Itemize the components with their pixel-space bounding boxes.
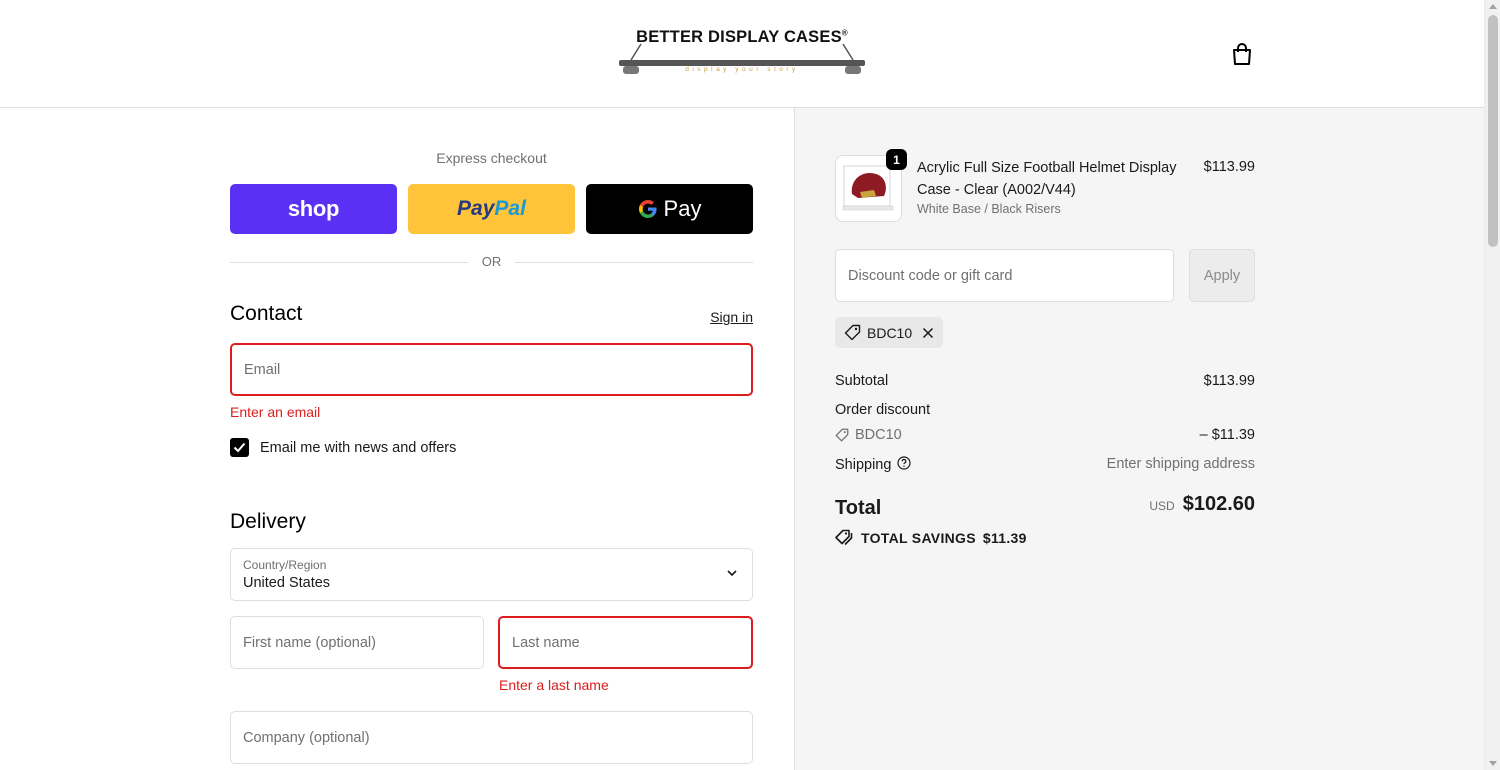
email-error-text: Enter an email	[230, 404, 321, 420]
shipping-help-button[interactable]	[897, 456, 912, 474]
contact-heading: Contact	[230, 302, 303, 325]
total-value-group: USD $102.60	[1149, 493, 1255, 516]
paypal-button[interactable]: Pay Pal	[408, 184, 575, 234]
discount-code-input[interactable]	[836, 250, 1173, 301]
applied-discount-tag: BDC10	[835, 317, 944, 348]
logo-tagline: display your story	[685, 66, 799, 73]
page-scrollbar[interactable]	[1484, 0, 1500, 770]
discount-detail-code: BDC10	[835, 427, 1255, 443]
scroll-down-arrow[interactable]	[1489, 761, 1497, 766]
last-name-input[interactable]	[500, 618, 751, 667]
google-pay-button[interactable]: Pay	[586, 184, 753, 234]
country-select[interactable]: Country/Region United States	[230, 548, 753, 601]
total-amount: $102.60	[1182, 493, 1255, 515]
scrollbar-thumb[interactable]	[1488, 15, 1498, 247]
total-savings-value: $11.39	[982, 529, 1027, 546]
order-discount-label: Order discount	[835, 402, 931, 418]
google-g-icon	[638, 200, 657, 218]
total-currency: USD	[1149, 499, 1175, 513]
savings-tag-icon	[835, 529, 853, 546]
site-header: BETTER DISPLAY CASES® display your story	[0, 0, 1484, 108]
applied-discount-code: BDC10	[867, 324, 913, 341]
delivery-heading: Delivery	[230, 510, 306, 533]
subtotal-label: Subtotal	[835, 373, 889, 389]
store-logo[interactable]: BETTER DISPLAY CASES® display your story	[617, 28, 867, 80]
shop-pay-button[interactable]: shop	[230, 184, 397, 234]
google-pay-label: Pay	[663, 196, 702, 221]
country-select-label: Country/Region	[243, 558, 327, 572]
quantity-badge: 1	[886, 149, 907, 170]
sign-in-link[interactable]: Sign in	[710, 309, 753, 325]
apply-discount-button[interactable]: Apply	[1189, 249, 1255, 302]
discount-code-field[interactable]	[835, 249, 1174, 302]
divider-line-right	[515, 262, 753, 263]
first-name-field[interactable]	[230, 616, 484, 669]
close-icon	[923, 327, 934, 338]
product-price: $113.99	[1203, 159, 1255, 175]
question-circle-icon	[897, 456, 912, 470]
shipping-label: Shipping	[835, 457, 892, 473]
shipping-row: Shipping Enter shipping address	[835, 456, 1255, 474]
shipping-value: Enter shipping address	[1106, 456, 1255, 472]
cart-button[interactable]	[1228, 40, 1256, 68]
paypal-label-pal: Pal	[494, 197, 526, 220]
news-offers-checkbox[interactable]	[230, 438, 249, 457]
total-row: Total USD $102.60	[835, 493, 1255, 523]
last-name-field[interactable]	[498, 616, 753, 669]
subtotal-value: $113.99	[1203, 373, 1255, 389]
total-savings-label: TOTAL SAVINGS	[861, 529, 976, 546]
product-thumbnail: 1	[835, 149, 907, 222]
order-summary-sidebar: 1 Acrylic Full Size Football Helmet Disp…	[794, 108, 1484, 770]
chevron-down-icon	[727, 570, 737, 577]
paypal-label-pay: Pay	[457, 197, 495, 220]
news-offers-label: Email me with news and offers	[260, 439, 457, 456]
discount-value: – $11.39	[1199, 427, 1255, 443]
shopping-bag-icon	[1233, 43, 1251, 65]
or-divider: OR	[230, 254, 753, 270]
order-discount-row: Order discount	[835, 402, 1255, 418]
express-checkout-title: Express checkout	[436, 150, 547, 166]
company-input[interactable]	[231, 712, 752, 763]
remove-discount-button[interactable]	[922, 327, 934, 339]
last-name-error-text: Enter a last name	[499, 677, 609, 693]
checkmark-icon	[233, 442, 246, 453]
company-field[interactable]	[230, 711, 753, 764]
email-field[interactable]	[230, 343, 753, 396]
scroll-up-arrow[interactable]	[1489, 4, 1497, 9]
email-input[interactable]	[232, 345, 751, 394]
tag-icon	[835, 428, 849, 442]
checkout-main: Express checkout shop Pay Pal Pay OR Cont…	[0, 108, 794, 770]
total-label: Total	[835, 497, 882, 519]
product-variant: White Base / Black Risers	[917, 202, 1061, 216]
country-select-value: United States	[243, 575, 331, 591]
first-name-input[interactable]	[231, 617, 483, 668]
product-name: Acrylic Full Size Football Helmet Displa…	[917, 160, 1177, 198]
shop-pay-label: shop	[287, 196, 340, 221]
total-savings-row: TOTAL SAVINGS $11.39	[835, 529, 1027, 546]
subtotal-row: Subtotal $113.99	[835, 373, 1255, 389]
news-offers-checkbox-row[interactable]: Email me with news and offers	[230, 438, 456, 457]
tag-icon	[844, 324, 861, 341]
discount-detail-row: BDC10 – $11.39	[835, 427, 1255, 443]
